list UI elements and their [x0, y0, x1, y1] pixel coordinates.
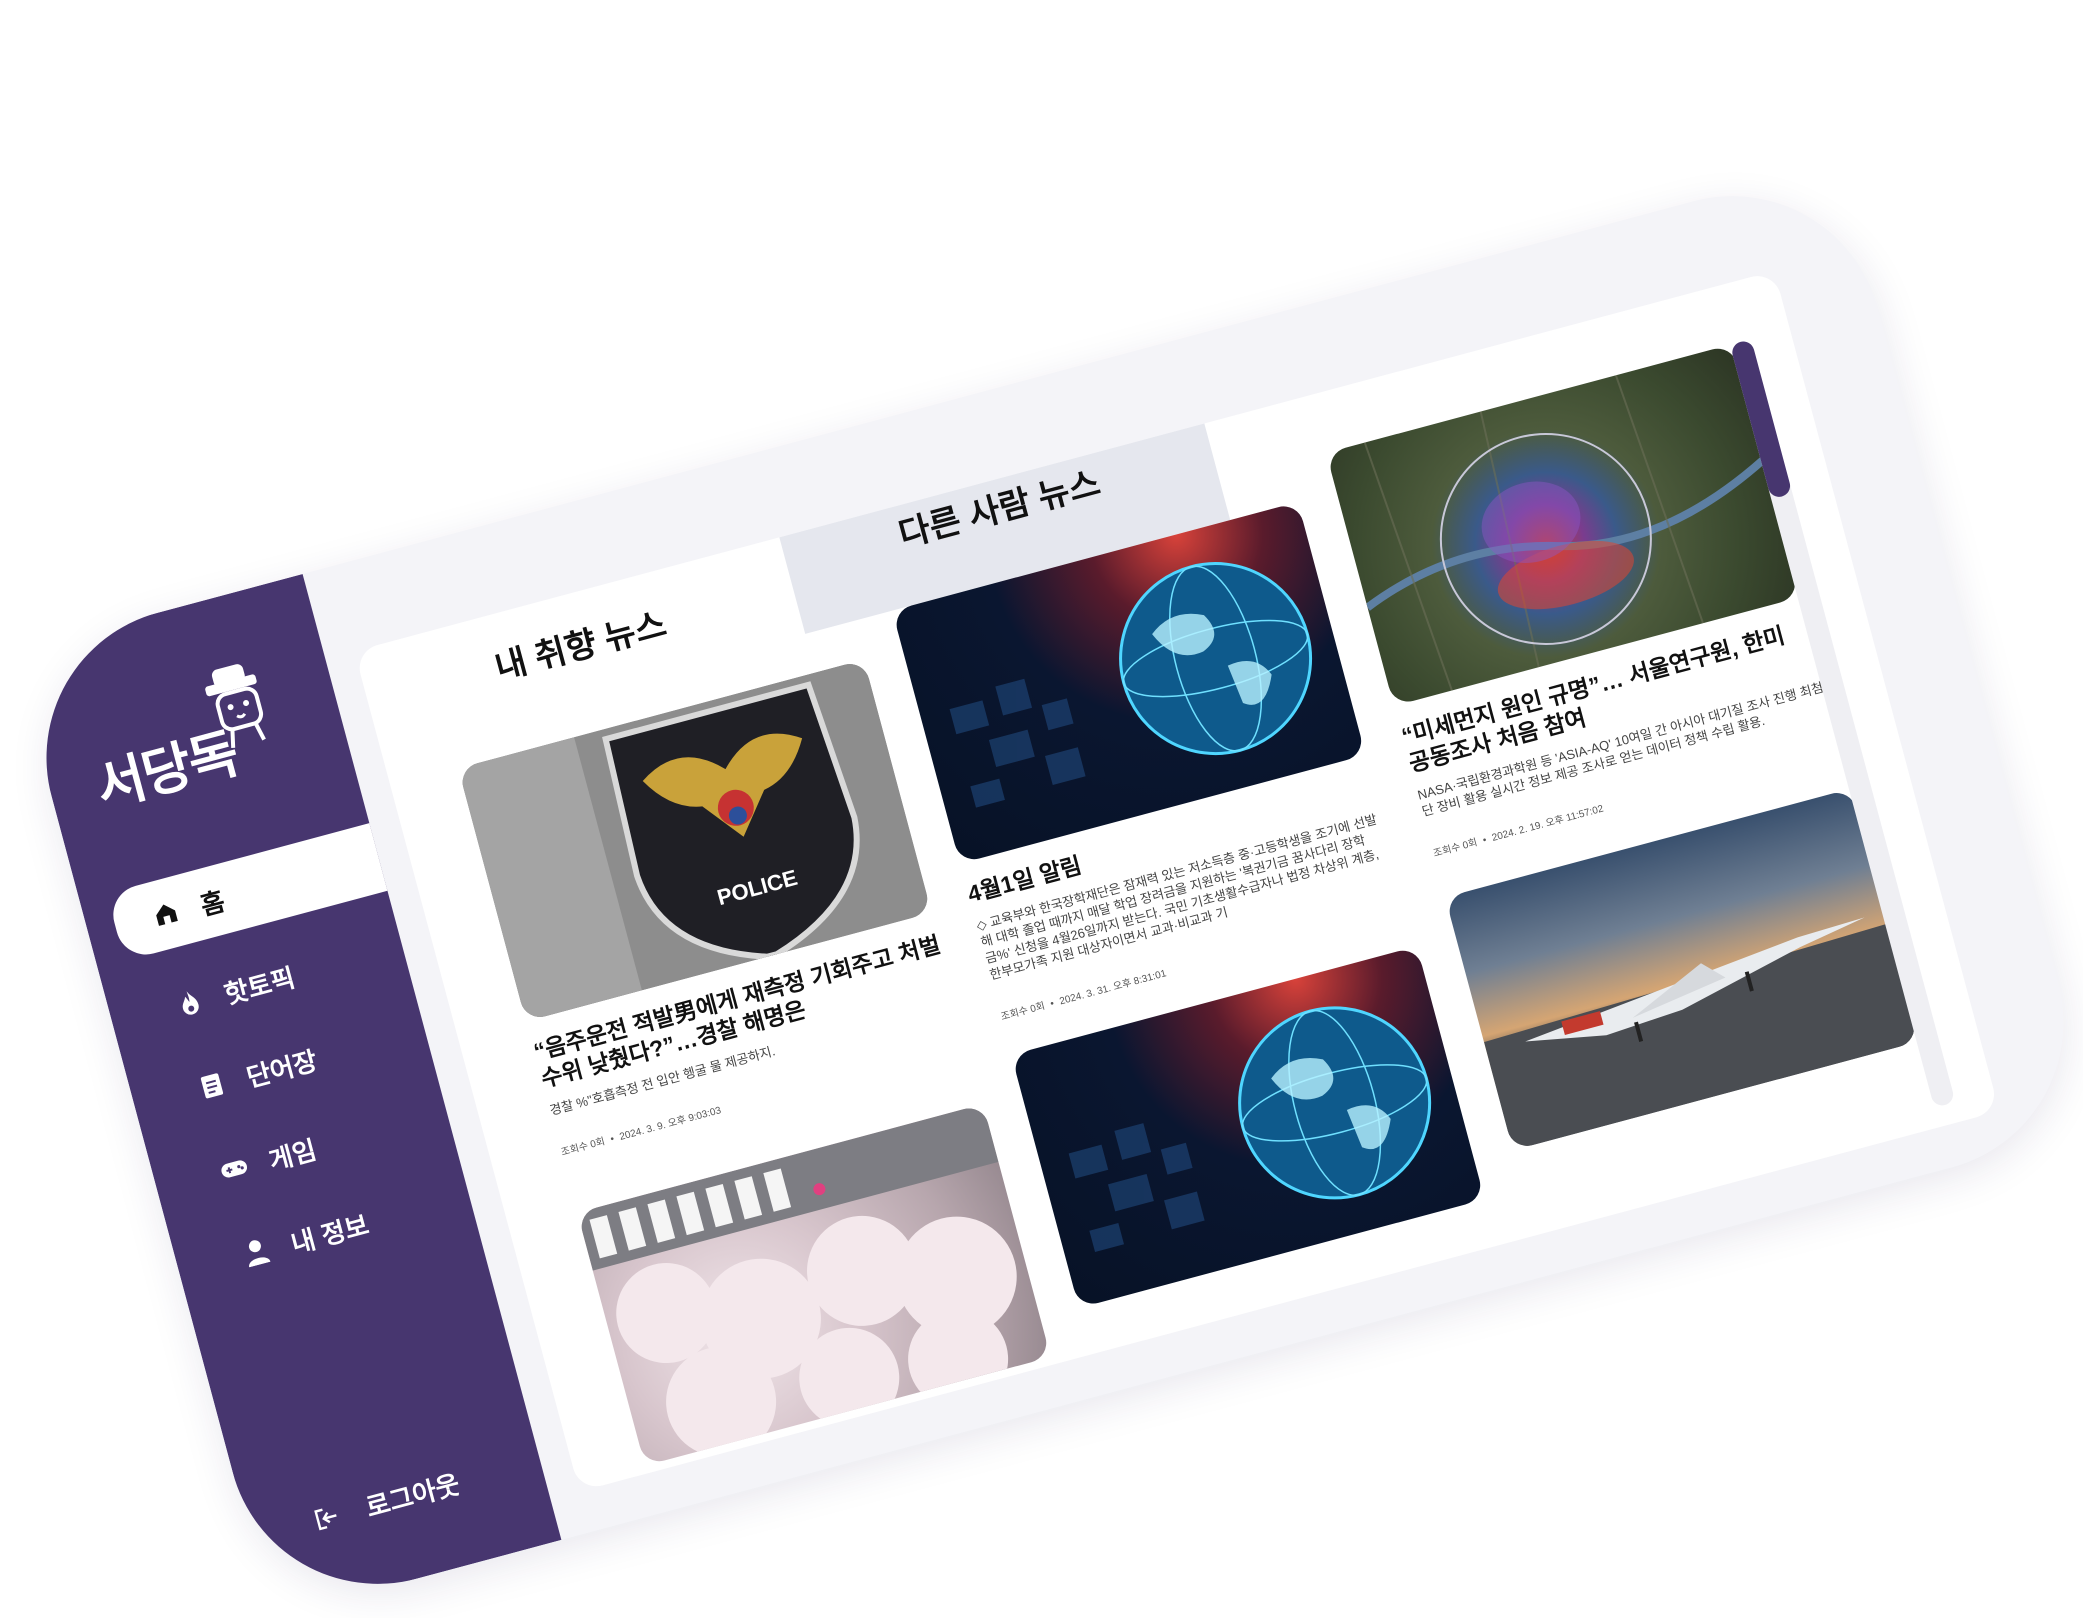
logout-label: 로그아웃 — [362, 1468, 463, 1523]
sidebar-item-label: 핫토픽 — [220, 961, 299, 1010]
gamepad-icon — [217, 1152, 251, 1186]
logout-icon — [310, 1500, 344, 1534]
news-date: 2024. 3. 9. 오후 9:03:03 — [618, 1105, 723, 1143]
news-views: 조회수 0회 — [999, 1000, 1047, 1024]
home-icon — [149, 897, 183, 931]
news-panel: 다른 사람 뉴스 내 취향 뉴스 POLICE “음주운전 적발男에게 재측정 … — [354, 270, 2000, 1492]
tablet-frame: 서당독 홈 핫토픽 단어장 게임 내 정보 로그아웃 다른 사람 뉴스 내 취향… — [12, 162, 2083, 1618]
news-card[interactable]: POLICE “음주운전 적발男에게 재측정 기회주고 처벌 수위 낮췄다?”…… — [458, 659, 968, 1159]
sidebar-item-label: 홈 — [197, 885, 229, 921]
news-date: 2024. 3. 31. 오후 8:31:01 — [1058, 968, 1168, 1008]
news-card[interactable] — [1445, 788, 1919, 1151]
news-card[interactable] — [577, 1103, 1051, 1466]
notebook-icon — [195, 1069, 229, 1103]
fire-icon — [173, 986, 207, 1020]
news-views: 조회수 0회 — [1432, 837, 1479, 860]
news-thumbnail-cherry-blossom[interactable] — [577, 1103, 1051, 1466]
sidebar-item-label: 게임 — [265, 1134, 320, 1176]
sidebar-item-label: 내 정보 — [287, 1209, 372, 1259]
user-icon — [239, 1235, 273, 1269]
logout-button[interactable]: 로그아웃 — [309, 1464, 463, 1538]
news-views: 조회수 0회 — [559, 1136, 607, 1159]
app-logo[interactable]: 서당독 — [74, 654, 289, 819]
news-date: 2024. 2. 19. 오후 11:57:02 — [1490, 803, 1605, 844]
news-thumbnail-supersonic-jet[interactable] — [1445, 788, 1919, 1151]
cherry-blossom-street-image — [577, 1103, 1017, 1457]
sidebar-item-label: 단어장 — [243, 1044, 321, 1093]
supersonic-jet-image — [1483, 917, 1919, 1151]
